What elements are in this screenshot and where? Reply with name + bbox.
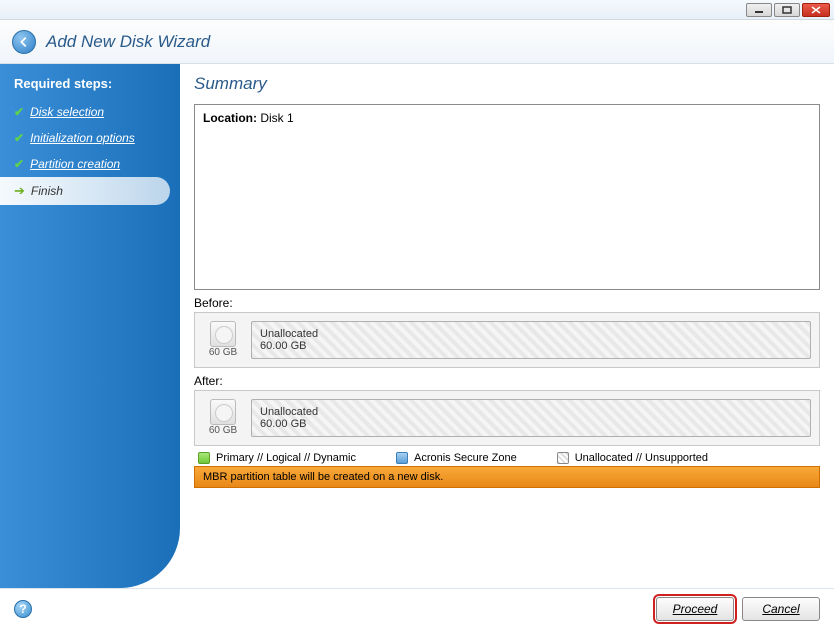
- step-partition-creation[interactable]: ✔ Partition creation: [0, 151, 180, 177]
- sidebar: Required steps: ✔ Disk selection ✔ Initi…: [0, 64, 180, 588]
- swatch-blue-icon: [396, 452, 408, 464]
- step-label: Partition creation: [30, 157, 120, 171]
- step-disk-selection[interactable]: ✔ Disk selection: [0, 99, 180, 125]
- help-button[interactable]: ?: [14, 600, 32, 618]
- step-finish[interactable]: ➔ Finish: [0, 177, 170, 205]
- location-value: Disk 1: [260, 111, 293, 125]
- after-panel: 60 GB Unallocated 60.00 GB: [194, 390, 820, 446]
- before-label: Before:: [194, 296, 820, 310]
- swatch-hatch-icon: [557, 452, 569, 464]
- page-title: Summary: [194, 74, 820, 94]
- before-panel: 60 GB Unallocated 60.00 GB: [194, 312, 820, 368]
- status-bar: MBR partition table will be created on a…: [194, 466, 820, 488]
- header: Add New Disk Wizard: [0, 20, 834, 64]
- disk-size: 60 GB: [209, 425, 237, 436]
- arrow-right-icon: ➔: [14, 183, 25, 199]
- check-icon: ✔: [14, 157, 24, 171]
- cancel-button[interactable]: Cancel: [742, 597, 820, 621]
- main-content: Summary Location: Disk 1 Before: 60 GB U…: [180, 64, 834, 588]
- disk-icon: [210, 399, 236, 425]
- step-label: Disk selection: [30, 105, 104, 119]
- step-label: Finish: [31, 184, 63, 198]
- proceed-button[interactable]: Proceed: [656, 597, 734, 621]
- partition-bar[interactable]: Unallocated 60.00 GB: [251, 399, 811, 437]
- legend-acronis: Acronis Secure Zone: [396, 452, 517, 464]
- partition-name: Unallocated: [260, 406, 802, 418]
- legend-primary: Primary // Logical // Dynamic: [198, 452, 356, 464]
- minimize-button[interactable]: [746, 3, 772, 17]
- maximize-button[interactable]: [774, 3, 800, 17]
- step-initialization-options[interactable]: ✔ Initialization options: [0, 125, 180, 151]
- after-label: After:: [194, 374, 820, 388]
- partition-name: Unallocated: [260, 328, 802, 340]
- sidebar-header: Required steps:: [0, 72, 180, 99]
- check-icon: ✔: [14, 131, 24, 145]
- disk-icon: [210, 321, 236, 347]
- disk-icon-column: 60 GB: [203, 321, 243, 359]
- swatch-green-icon: [198, 452, 210, 464]
- step-label: Initialization options: [30, 131, 135, 145]
- disk-size: 60 GB: [209, 347, 237, 358]
- legend: Primary // Logical // Dynamic Acronis Se…: [194, 446, 820, 466]
- check-icon: ✔: [14, 105, 24, 119]
- titlebar: [0, 0, 834, 20]
- back-button[interactable]: [12, 30, 36, 54]
- location-box: Location: Disk 1: [194, 104, 820, 290]
- arrow-left-icon: [17, 35, 31, 49]
- wizard-title: Add New Disk Wizard: [46, 32, 210, 52]
- partition-size: 60.00 GB: [260, 340, 802, 352]
- legend-label: Acronis Secure Zone: [414, 452, 517, 464]
- legend-unallocated: Unallocated // Unsupported: [557, 452, 708, 464]
- partition-size: 60.00 GB: [260, 418, 802, 430]
- footer: ? Proceed Cancel: [0, 588, 834, 628]
- location-label: Location:: [203, 111, 257, 125]
- disk-icon-column: 60 GB: [203, 399, 243, 437]
- close-button[interactable]: [802, 3, 830, 17]
- legend-label: Unallocated // Unsupported: [575, 452, 708, 464]
- partition-bar[interactable]: Unallocated 60.00 GB: [251, 321, 811, 359]
- legend-label: Primary // Logical // Dynamic: [216, 452, 356, 464]
